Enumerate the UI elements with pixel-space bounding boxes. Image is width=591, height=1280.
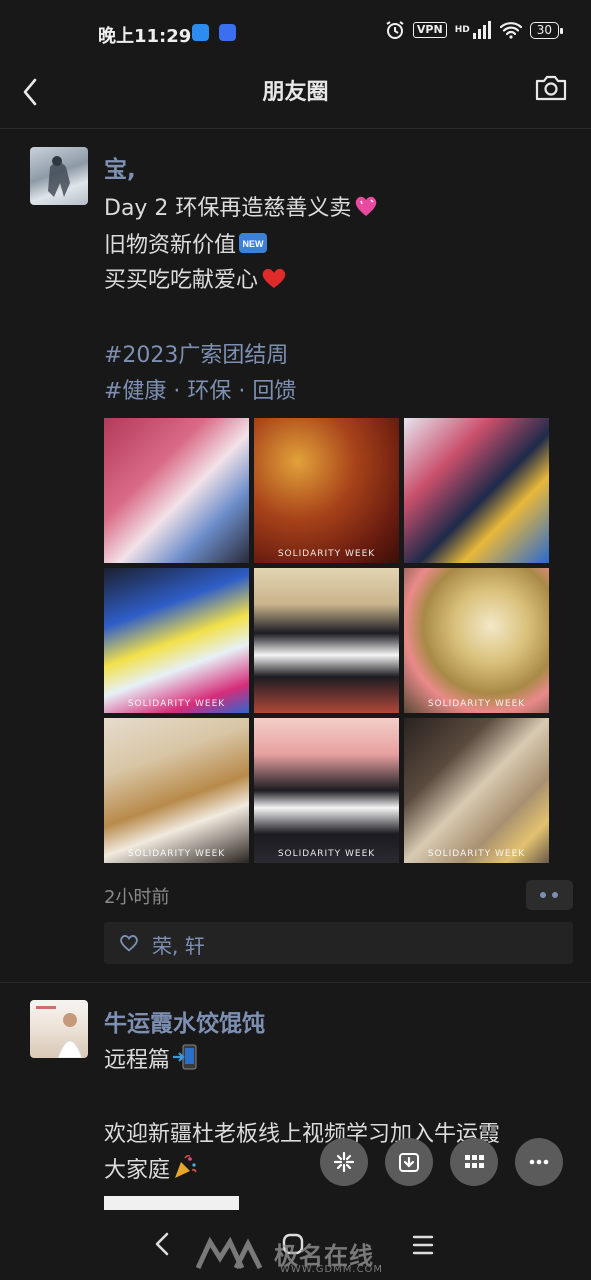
shared-image-preview[interactable] [104, 1196, 239, 1210]
photo-thumbnail[interactable]: SOLIDARITY WEEK [254, 718, 399, 863]
ai-assist-button[interactable] [320, 1138, 368, 1186]
photo-thumbnail[interactable] [404, 418, 549, 563]
photo-thumbnail[interactable]: SOLIDARITY WEEK [254, 418, 399, 563]
likes-section: 荣, 轩 [104, 922, 573, 964]
alarm-icon [386, 21, 404, 39]
post-timestamp: 2小时前 [104, 887, 170, 908]
network-label: HD [454, 25, 470, 35]
app-notification-icon [192, 24, 209, 41]
hashtag-link[interactable]: #健康 · 环保 · 回馈 [104, 373, 296, 405]
download-button[interactable] [385, 1138, 433, 1186]
photo-thumbnail[interactable]: SOLIDARITY WEEK [404, 568, 549, 713]
red-heart-icon [260, 266, 288, 296]
heart-icon [120, 935, 138, 952]
more-options-button[interactable] [515, 1138, 563, 1186]
download-icon [399, 1153, 419, 1172]
status-icons: VPN HD 30 [385, 20, 564, 40]
avatar-figure [48, 156, 70, 197]
vpn-badge: VPN [412, 22, 447, 38]
mobile-arrow-icon [172, 1044, 198, 1076]
photo-thumbnail[interactable] [254, 568, 399, 713]
system-back-icon[interactable] [150, 1230, 174, 1258]
watermark-logo-icon [195, 1236, 263, 1270]
status-time: 晚上11:29 [98, 26, 192, 47]
new-badge-icon: NEW [238, 231, 268, 261]
post-author[interactable]: 牛运霞水饺馄饨 [104, 1004, 265, 1038]
post-author[interactable]: 宝, [104, 150, 136, 184]
avatar[interactable] [30, 147, 88, 205]
post-divider [0, 982, 591, 983]
page-title: 朋友圈 [262, 80, 329, 105]
post-text-line: 远程篇 [104, 1042, 198, 1076]
floating-action-bar [320, 1138, 563, 1186]
status-bar: 晚上11:29 VPN HD 30 [0, 0, 591, 64]
wifi-icon [499, 22, 522, 39]
watermark: 极名在线 WWW.GDMM.COM [195, 1236, 382, 1275]
app-notification-icon [219, 24, 236, 41]
hashtag-link[interactable]: #2023广索团结周 [104, 337, 288, 369]
system-menu-icon[interactable] [411, 1234, 435, 1256]
more-horizontal-icon [529, 1159, 549, 1165]
photo-grid: SOLIDARITY WEEK SOLIDARITY WEEK SOLIDARI… [104, 418, 550, 864]
camera-icon[interactable] [533, 70, 569, 106]
grid-button[interactable] [450, 1138, 498, 1186]
avatar-figure [36, 1006, 83, 1058]
party-popper-icon [172, 1154, 198, 1186]
top-navigation-bar: 朋友圈 [0, 60, 591, 120]
photo-thumbnail[interactable] [104, 418, 249, 563]
photo-thumbnail[interactable]: SOLIDARITY WEEK [104, 718, 249, 863]
comment-like-menu-button[interactable] [526, 880, 573, 910]
watermark-url: WWW.GDMM.COM [280, 1264, 384, 1275]
post-text-line: Day 2 环保再造慈善义卖 [104, 190, 379, 224]
grid-icon [465, 1155, 484, 1168]
sparkling-heart-icon [353, 194, 379, 224]
like-names[interactable]: 荣, 轩 [152, 930, 205, 959]
post-text-line: 大家庭 [104, 1152, 198, 1186]
battery-indicator: 30 [529, 21, 564, 39]
svg-text:NEW: NEW [243, 239, 265, 249]
signal-icon [472, 21, 491, 39]
photo-thumbnail[interactable]: SOLIDARITY WEEK [404, 718, 549, 863]
post-text-line: 旧物资新价值 NEW [104, 227, 268, 261]
header-divider [0, 128, 591, 129]
avatar[interactable] [30, 1000, 88, 1058]
post-text-line: 买买吃吃献爱心 [104, 262, 288, 296]
sparkle-icon [333, 1151, 355, 1173]
photo-thumbnail[interactable]: SOLIDARITY WEEK [104, 568, 249, 713]
